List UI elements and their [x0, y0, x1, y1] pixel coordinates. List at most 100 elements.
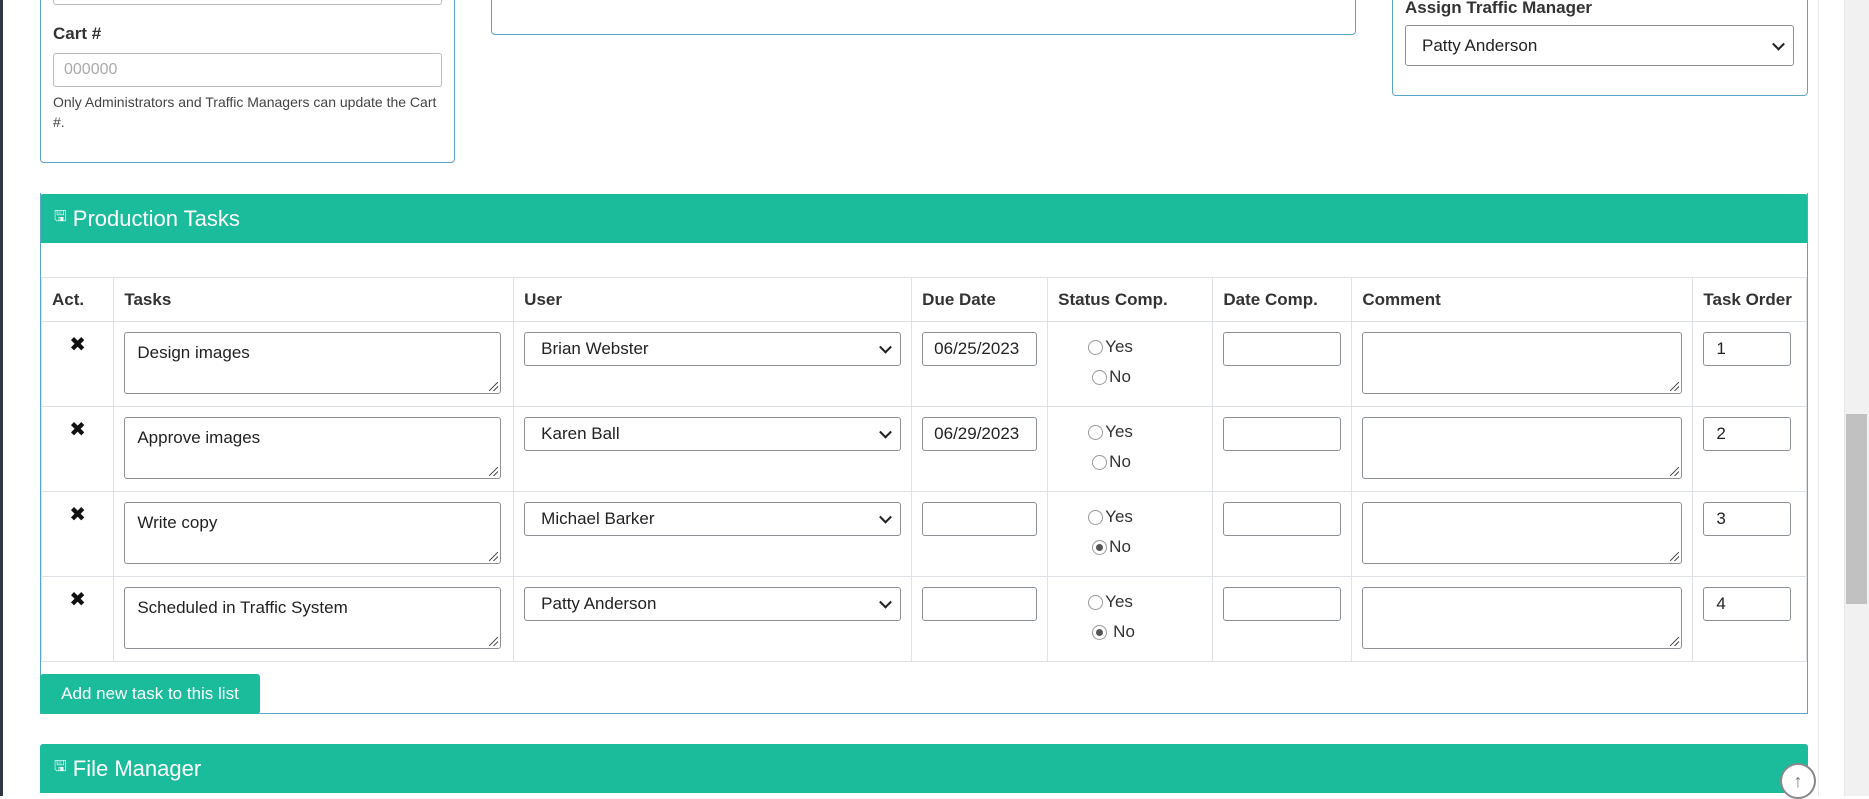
cart-label: Cart # — [53, 24, 102, 43]
resize-handle-icon[interactable] — [1670, 552, 1680, 561]
resize-handle-icon[interactable] — [1670, 382, 1680, 391]
task-name-textarea[interactable]: Write copy — [124, 502, 502, 564]
comment-textarea[interactable] — [1362, 417, 1683, 479]
save-icon: 🖫 — [54, 758, 67, 775]
radio-yes[interactable] — [1088, 594, 1104, 610]
traffic-manager-label: Assign Traffic Manager — [1405, 0, 1593, 17]
chevron-down-icon — [879, 595, 893, 609]
col-act: Act. — [40, 277, 115, 322]
delete-task-icon[interactable]: ✖ — [52, 332, 103, 357]
task-name-textarea[interactable]: Scheduled in Traffic System — [124, 587, 502, 649]
date-comp-input[interactable] — [1223, 587, 1342, 621]
date-comp-input[interactable] — [1223, 417, 1342, 451]
no-label: No — [1109, 537, 1131, 556]
chevron-down-icon — [879, 425, 893, 439]
task-order-input[interactable]: 2 — [1703, 417, 1792, 451]
no-label: No — [1113, 622, 1135, 641]
status-no-option[interactable]: No — [1092, 532, 1202, 562]
radio-yes[interactable] — [1088, 509, 1104, 525]
col-user: User — [513, 277, 913, 322]
cart-number-input[interactable] — [53, 53, 442, 87]
middle-panel — [491, 0, 1356, 35]
yes-label: Yes — [1105, 592, 1133, 611]
due-date-value: 06/29/2023 — [934, 424, 1020, 443]
resize-handle-icon[interactable] — [1670, 637, 1680, 646]
content-edge — [1818, 0, 1819, 796]
radio-no-selected[interactable] — [1092, 539, 1108, 555]
task-order-input[interactable]: 1 — [1703, 332, 1792, 366]
col-tasks: Tasks — [113, 277, 515, 322]
no-label: No — [1109, 452, 1131, 471]
comment-textarea[interactable] — [1362, 502, 1683, 564]
user-select[interactable]: Karen Ball — [524, 417, 902, 451]
radio-no-selected[interactable] — [1092, 624, 1108, 640]
date-comp-input[interactable] — [1223, 502, 1342, 536]
user-select[interactable]: Brian Webster — [524, 332, 902, 366]
yes-label: Yes — [1105, 337, 1133, 356]
file-manager-header: 🖫 File Manager — [40, 744, 1808, 793]
radio-no[interactable] — [1092, 454, 1108, 470]
traffic-manager-value: Patty Anderson — [1422, 35, 1538, 55]
radio-no[interactable] — [1092, 369, 1108, 385]
yes-label: Yes — [1105, 422, 1133, 441]
user-select[interactable]: Patty Anderson — [524, 587, 902, 621]
col-task-order: Task Order — [1692, 277, 1807, 322]
user-value: Michael Barker — [541, 509, 655, 528]
left-sidebar-edge — [0, 0, 3, 796]
comment-textarea[interactable] — [1362, 332, 1683, 394]
status-no-option[interactable]: No — [1092, 362, 1202, 392]
due-date-input[interactable]: 06/25/2023 — [922, 332, 1038, 366]
chevron-down-icon — [1772, 37, 1785, 51]
task-name: Scheduled in Traffic System — [137, 598, 348, 617]
task-name-textarea[interactable]: Design images — [124, 332, 502, 394]
task-name: Design images — [137, 343, 250, 362]
file-manager-title: File Manager — [72, 755, 202, 781]
delete-task-icon[interactable]: ✖ — [52, 417, 103, 442]
status-yes-option[interactable]: Yes — [1088, 502, 1202, 532]
scrollbar-track[interactable] — [1844, 0, 1869, 796]
previous-field[interactable] — [53, 0, 442, 5]
chevron-down-icon — [879, 340, 893, 354]
resize-handle-icon[interactable] — [1670, 467, 1680, 476]
resize-handle-icon[interactable] — [489, 637, 499, 646]
task-name-textarea[interactable]: Approve images — [124, 417, 502, 479]
scroll-to-top-icon[interactable]: ↑ — [1780, 763, 1816, 799]
due-date-input[interactable] — [922, 502, 1038, 536]
col-status-comp: Status Comp. — [1047, 277, 1214, 322]
resize-handle-icon[interactable] — [489, 382, 499, 391]
due-date-input[interactable]: 06/29/2023 — [922, 417, 1038, 451]
traffic-manager-select[interactable]: Patty Anderson — [1405, 25, 1794, 66]
scrollbar-thumb[interactable] — [1846, 414, 1867, 604]
delete-task-icon[interactable]: ✖ — [52, 502, 103, 527]
task-name: Approve images — [137, 428, 261, 447]
task-name: Write copy — [137, 513, 218, 532]
radio-yes[interactable] — [1088, 424, 1104, 440]
user-value: Karen Ball — [541, 424, 620, 443]
tasks-header-row: Act. Tasks User Due Date Status Comp. Da… — [40, 277, 1807, 322]
status-yes-option[interactable]: Yes — [1088, 417, 1202, 447]
comment-textarea[interactable] — [1362, 587, 1683, 649]
task-order-value: 1 — [1716, 339, 1726, 358]
status-yes-option[interactable]: Yes — [1088, 332, 1202, 362]
task-order-value: 2 — [1716, 424, 1726, 443]
task-order-input[interactable]: 4 — [1703, 587, 1792, 621]
table-row: ✖ Approve images Karen Ball 06/29/2023 Y… — [40, 406, 1807, 492]
radio-yes[interactable] — [1088, 339, 1104, 355]
table-row: ✖ Design images Brian Webster 06/25/2023… — [40, 321, 1807, 407]
col-date-comp: Date Comp. — [1212, 277, 1353, 322]
cart-help-text: Only Administrators and Traffic Managers… — [53, 94, 437, 130]
task-order-input[interactable]: 3 — [1703, 502, 1792, 536]
task-order-value: 4 — [1716, 594, 1726, 613]
task-order-value: 3 — [1716, 509, 1726, 528]
tasks-table: Act. Tasks User Due Date Status Comp. Da… — [40, 277, 1807, 662]
status-yes-option[interactable]: Yes — [1088, 587, 1202, 617]
user-select[interactable]: Michael Barker — [524, 502, 902, 536]
status-no-option[interactable]: No — [1092, 617, 1202, 647]
resize-handle-icon[interactable] — [489, 552, 499, 561]
add-new-task-button[interactable]: Add new task to this list — [40, 674, 260, 714]
due-date-input[interactable] — [922, 587, 1038, 621]
date-comp-input[interactable] — [1223, 332, 1342, 366]
delete-task-icon[interactable]: ✖ — [52, 587, 103, 612]
resize-handle-icon[interactable] — [489, 467, 499, 476]
status-no-option[interactable]: No — [1092, 447, 1202, 477]
